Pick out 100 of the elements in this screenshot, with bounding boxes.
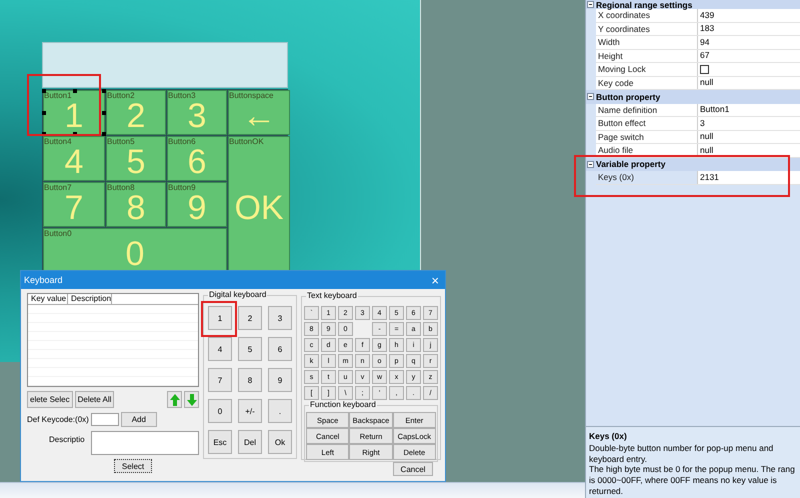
add-button[interactable]: Add bbox=[120, 412, 157, 427]
section-header[interactable]: Regional range settings bbox=[586, 0, 800, 9]
button-name: Button3 bbox=[168, 91, 196, 100]
key-button[interactable]: 2 bbox=[238, 306, 262, 330]
key-button[interactable]: 7 bbox=[208, 368, 232, 392]
button-name: Button8 bbox=[107, 183, 135, 192]
button-label: 8 bbox=[126, 190, 146, 224]
down-arrow-button[interactable] bbox=[184, 391, 199, 408]
property-name: Audio file bbox=[596, 144, 698, 156]
property-value[interactable]: 3 bbox=[698, 117, 800, 130]
description-field[interactable] bbox=[90, 431, 199, 455]
property-value[interactable]: Button1 bbox=[698, 104, 800, 116]
resize-handle[interactable] bbox=[102, 89, 106, 93]
section-header[interactable]: Button property bbox=[586, 90, 800, 104]
button-label: 4 bbox=[64, 144, 84, 178]
resize-handle[interactable] bbox=[42, 132, 46, 136]
button-name: Button7 bbox=[44, 183, 72, 192]
group-title: Text keyboard bbox=[306, 291, 358, 301]
property-name: Width bbox=[596, 36, 698, 48]
property-value[interactable]: 94 bbox=[698, 36, 800, 48]
property-name: Moving Lock bbox=[596, 63, 698, 76]
property-name: Page switch bbox=[596, 130, 698, 143]
collapse-icon[interactable] bbox=[587, 1, 594, 8]
key-button[interactable]: Ok bbox=[268, 430, 292, 454]
button-name: Button9 bbox=[168, 183, 196, 192]
button-label: 9 bbox=[188, 190, 206, 224]
property-value[interactable]: 67 bbox=[698, 50, 800, 62]
property-value[interactable]: null bbox=[698, 76, 800, 89]
button-name: Buttonspace bbox=[229, 91, 274, 100]
section-title: Regional range settings bbox=[596, 0, 692, 10]
collapse-icon[interactable] bbox=[587, 160, 594, 168]
close-button[interactable]: × bbox=[431, 274, 439, 286]
property-name: Y coordinates bbox=[596, 22, 698, 35]
property-value[interactable]: 183 bbox=[698, 22, 800, 35]
button-name: Button2 bbox=[107, 91, 135, 100]
field-label: Descriptio bbox=[49, 434, 85, 444]
keycode-field[interactable] bbox=[90, 413, 119, 426]
button-label: OK bbox=[234, 190, 284, 224]
group-title: Digital keyboard bbox=[208, 290, 268, 300]
property-name: Key code bbox=[596, 76, 698, 89]
button-label: 0 bbox=[126, 236, 144, 270]
resize-handle[interactable] bbox=[102, 132, 106, 136]
key-button[interactable]: Del bbox=[238, 430, 262, 454]
keypad-button[interactable]: Button0 0 bbox=[43, 228, 227, 273]
key-button[interactable]: 4 bbox=[208, 337, 232, 361]
keypad-button[interactable]: ButtonOK OK bbox=[228, 136, 290, 273]
key-button[interactable]: Esc bbox=[208, 430, 232, 454]
key-button[interactable]: 8 bbox=[238, 368, 262, 392]
key-list[interactable]: Key value Description bbox=[27, 293, 199, 387]
dialog-button[interactable]: Delete All bbox=[74, 391, 114, 408]
resize-handle[interactable] bbox=[73, 89, 77, 93]
property-name: Button effect bbox=[596, 117, 698, 130]
button-label: ← bbox=[242, 98, 276, 132]
resize-handle[interactable] bbox=[73, 132, 77, 136]
column-header[interactable]: Key value bbox=[28, 294, 68, 304]
dialog-button[interactable]: elete Selec bbox=[27, 391, 73, 408]
section-title: Button property bbox=[596, 92, 660, 102]
cancel-button[interactable]: Cancel bbox=[393, 462, 433, 476]
key-button[interactable]: 0 bbox=[208, 399, 232, 423]
up-arrow-button[interactable] bbox=[167, 391, 182, 408]
column-header[interactable]: Description bbox=[68, 294, 112, 304]
button-label: 3 bbox=[188, 98, 206, 132]
property-value[interactable]: 439 bbox=[698, 9, 800, 22]
button-label: 7 bbox=[64, 190, 84, 224]
resize-handle[interactable] bbox=[42, 111, 46, 115]
section-header[interactable]: Variable property bbox=[586, 158, 800, 171]
button-name: Button4 bbox=[44, 137, 72, 146]
button-name: Button0 bbox=[44, 229, 72, 238]
button-name: Button6 bbox=[168, 137, 196, 146]
select-button[interactable]: Select bbox=[114, 459, 152, 473]
key-button[interactable]: 3 bbox=[268, 306, 292, 330]
help-title: Keys (0x) bbox=[589, 431, 628, 441]
property-value[interactable]: 2131 bbox=[698, 171, 800, 184]
button-label: 2 bbox=[126, 98, 146, 132]
help-text: Double-byte button number for pop-up menu and keyboard entry. The high byte must be 0 for the popup menu. The rang is 0000~00FF, where 00FF means no key value is returned. bbox=[589, 443, 796, 496]
property-name: Height bbox=[596, 50, 698, 62]
checkbox[interactable] bbox=[700, 64, 709, 74]
key-button[interactable]: 9 bbox=[268, 368, 292, 392]
collapse-icon[interactable] bbox=[587, 93, 594, 100]
dialog-title: Keyboard bbox=[24, 275, 63, 285]
key-button[interactable]: +/- bbox=[238, 399, 262, 423]
property-value[interactable]: null bbox=[698, 144, 800, 156]
group-title: Function keyboard bbox=[309, 400, 377, 410]
field-label: Def Keycode:(0x) bbox=[27, 415, 89, 424]
button-name: ButtonOK bbox=[229, 137, 264, 146]
section-title: Variable property bbox=[596, 159, 666, 170]
key-button[interactable]: 5 bbox=[238, 337, 262, 361]
button-label: 1 bbox=[64, 98, 84, 132]
button-name: Button5 bbox=[107, 137, 135, 146]
key-button[interactable]: 6 bbox=[268, 337, 292, 361]
keypad-button[interactable]: Buttonspace ← bbox=[228, 90, 290, 135]
property-name: Name definition bbox=[596, 104, 698, 116]
button-label: 6 bbox=[188, 144, 206, 178]
button-name: Button1 bbox=[44, 91, 72, 100]
resize-handle[interactable] bbox=[102, 111, 106, 115]
key-button[interactable]: . bbox=[268, 399, 292, 423]
property-value[interactable]: null bbox=[698, 130, 800, 143]
property-name: X coordinates bbox=[596, 9, 698, 22]
key-button[interactable]: 1 bbox=[208, 306, 232, 330]
resize-handle[interactable] bbox=[42, 89, 46, 93]
